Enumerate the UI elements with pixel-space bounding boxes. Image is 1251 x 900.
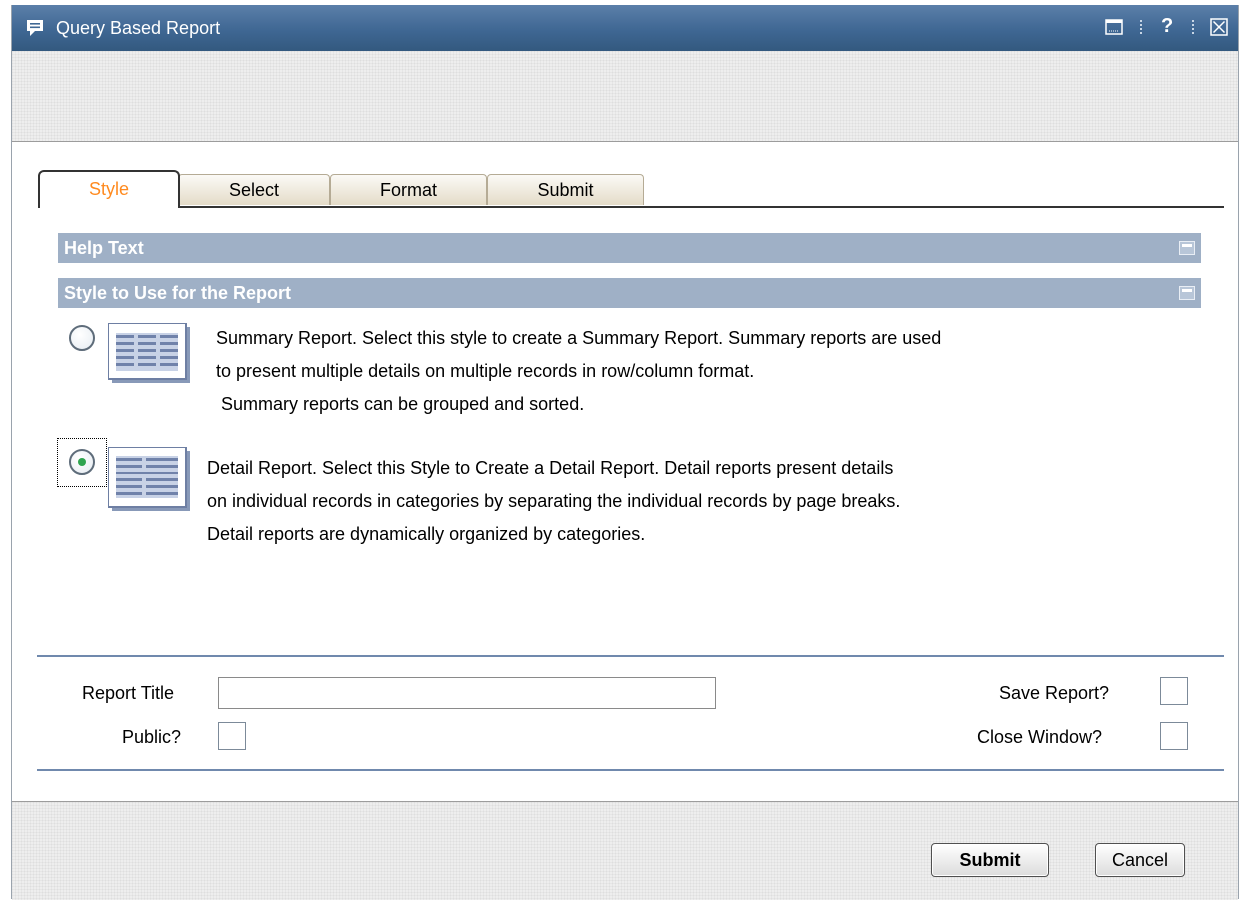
submit-button[interactable]: Submit xyxy=(931,843,1049,877)
tab-strip: Style Select Format Submit xyxy=(38,170,1224,208)
report-title-label: Report Title xyxy=(82,683,175,703)
summary-line: to present multiple details on multiple … xyxy=(216,361,755,381)
detail-report-description: Detail Report. Select this Style to Crea… xyxy=(207,452,900,551)
button-bar xyxy=(12,801,1238,900)
speech-bubble-icon xyxy=(27,20,43,36)
help-icon[interactable]: ? xyxy=(1161,15,1173,38)
help-text-title: Help Text xyxy=(64,238,144,258)
close-window-label: Close Window? xyxy=(977,727,1103,747)
radio-selected-dot xyxy=(78,458,86,466)
title-bar: Query Based Report ? xyxy=(12,5,1238,51)
help-text-header[interactable]: Help Text xyxy=(58,233,1201,263)
collapse-icon[interactable] xyxy=(1179,241,1195,255)
detail-line: Detail Report. Select this Style to Crea… xyxy=(207,458,894,478)
close-icon[interactable] xyxy=(1210,18,1228,36)
save-report-checkbox[interactable] xyxy=(1160,677,1188,705)
collapse-icon[interactable] xyxy=(1179,286,1195,300)
summary-report-icon xyxy=(108,323,190,383)
save-report-label: Save Report? xyxy=(999,683,1110,703)
tab-submit[interactable]: Submit xyxy=(487,174,644,205)
query-report-window: Query Based Report ? Style Select Format… xyxy=(11,5,1239,900)
detail-report-icon xyxy=(108,447,190,511)
divider xyxy=(37,655,1224,657)
style-section-header[interactable]: Style to Use for the Report xyxy=(58,278,1201,308)
summary-line: Summary Report. Select this style to cre… xyxy=(216,328,942,348)
summary-report-description: Summary Report. Select this style to cre… xyxy=(216,322,941,421)
toolbar-band xyxy=(12,51,1238,142)
title-separator xyxy=(1140,20,1144,34)
tab-format[interactable]: Format xyxy=(330,174,487,205)
public-label: Public? xyxy=(122,727,182,747)
restore-icon[interactable] xyxy=(1105,19,1123,35)
summary-line: Summary reports can be grouped and sorte… xyxy=(216,394,585,414)
tab-select[interactable]: Select xyxy=(178,174,330,205)
summary-report-radio[interactable] xyxy=(69,325,95,351)
style-section-title: Style to Use for the Report xyxy=(64,283,292,303)
cancel-button[interactable]: Cancel xyxy=(1095,843,1185,877)
public-checkbox[interactable] xyxy=(218,722,246,750)
tab-underline xyxy=(176,206,1224,208)
close-window-checkbox[interactable] xyxy=(1160,722,1188,750)
title-separator xyxy=(1192,20,1196,34)
detail-line: Detail reports are dynamically organized… xyxy=(207,524,646,544)
detail-report-radio[interactable] xyxy=(69,449,95,475)
detail-line: on individual records in categories by s… xyxy=(207,491,901,511)
window-title: Query Based Report xyxy=(56,18,221,38)
tab-style[interactable]: Style xyxy=(38,170,180,208)
report-title-input[interactable] xyxy=(218,677,716,709)
divider xyxy=(37,769,1224,771)
